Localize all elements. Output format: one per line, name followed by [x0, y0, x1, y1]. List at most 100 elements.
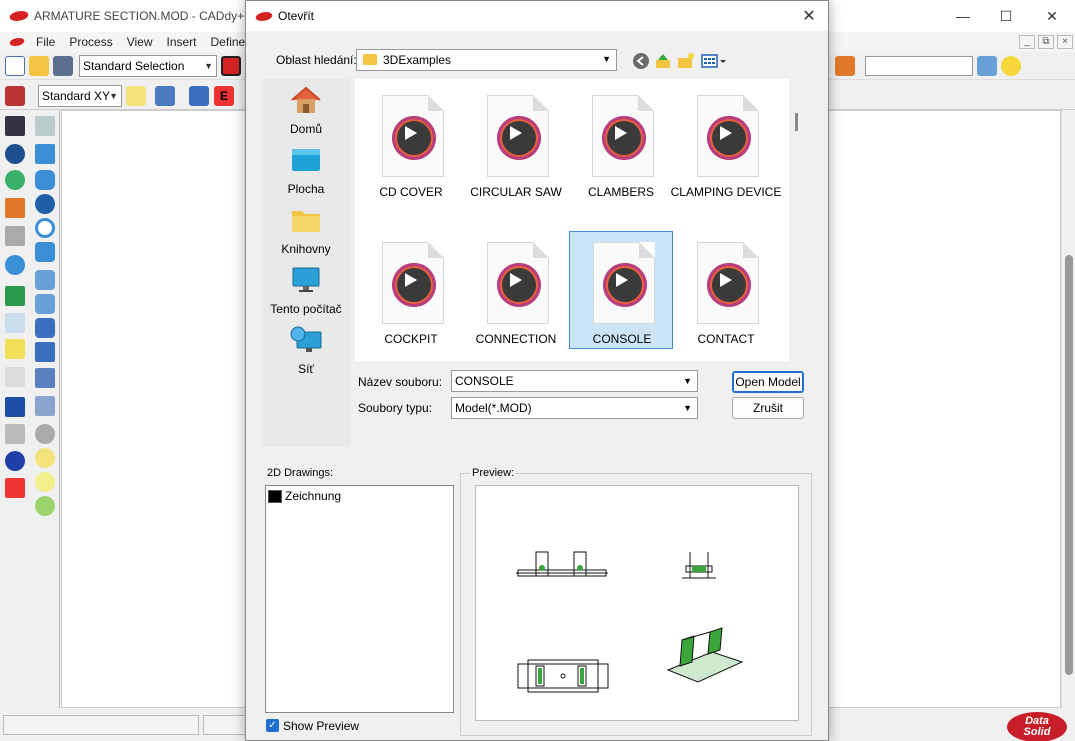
places-bar: Domů Plocha Knihovny Tento počítač Síť: [262, 79, 350, 447]
file-doc: [382, 242, 444, 324]
part-icon[interactable]: [35, 318, 55, 338]
new-file-icon[interactable]: [5, 56, 25, 76]
box-icon[interactable]: [35, 242, 55, 262]
toolbar-search-input[interactable]: [865, 56, 973, 76]
globe-icon[interactable]: [5, 170, 25, 190]
layers-icon[interactable]: [835, 56, 855, 76]
spheres-icon[interactable]: [35, 424, 55, 444]
file-list-scrollbar[interactable]: [795, 113, 798, 131]
show-preview-checkbox[interactable]: ✓: [266, 719, 279, 732]
left-tool-palette: [0, 110, 60, 708]
material-icon[interactable]: [35, 448, 55, 468]
file-item[interactable]: COCKPIT: [359, 232, 463, 350]
element-icon[interactable]: E: [214, 86, 234, 106]
vertical-scrollbar[interactable]: [1061, 110, 1075, 708]
play-icon: [602, 116, 646, 160]
cylinder-icon[interactable]: [35, 170, 55, 190]
preview-pane: [475, 485, 799, 721]
snap-icon[interactable]: [155, 86, 175, 106]
light-icon[interactable]: [126, 86, 146, 106]
info-icon[interactable]: [5, 451, 25, 471]
sweep-icon[interactable]: [35, 294, 55, 314]
filename-combo[interactable]: CONSOLE ▼: [451, 370, 698, 392]
view-cube-icon[interactable]: [5, 86, 25, 106]
measure-icon[interactable]: [5, 339, 25, 359]
text-icon[interactable]: [5, 397, 25, 417]
dimension-icon[interactable]: [5, 313, 25, 333]
hatch-icon[interactable]: [5, 424, 25, 444]
close-icon[interactable]: ✕: [794, 1, 824, 31]
drawing-name: Zeichnung: [285, 489, 342, 503]
filetype-combo[interactable]: Model(*.MOD) ▼: [451, 397, 698, 419]
selection-filter-icon[interactable]: [221, 56, 241, 76]
mdi-close-button[interactable]: ×: [1057, 35, 1073, 49]
open-folder-icon[interactable]: [29, 56, 49, 76]
pick-arrow-icon[interactable]: [35, 116, 55, 136]
rotate-icon[interactable]: [5, 255, 25, 275]
menu-process[interactable]: Process: [63, 35, 120, 49]
plate-icon[interactable]: [35, 396, 55, 416]
place-desktop[interactable]: Plocha: [262, 145, 350, 196]
sphere-icon[interactable]: [5, 144, 25, 164]
look-in-combo[interactable]: 3DExamples ▼: [356, 49, 617, 71]
place-network[interactable]: Síť: [262, 325, 350, 376]
close-window-button[interactable]: ✕: [1029, 0, 1075, 32]
select-arrow-icon[interactable]: [5, 116, 25, 136]
chevron-down-icon: ▼: [109, 91, 118, 101]
selection-mode-combo[interactable]: Standard Selection ▼: [79, 55, 217, 77]
lightbulb-icon[interactable]: [1001, 56, 1021, 76]
file-item[interactable]: CD COVER: [359, 85, 463, 203]
drawings-list: Zeichnung: [265, 485, 454, 713]
edit-icon[interactable]: [189, 86, 209, 106]
play-icon: [707, 116, 751, 160]
menu-view[interactable]: View: [121, 35, 161, 49]
minimize-button[interactable]: —: [940, 0, 986, 32]
drawing-item[interactable]: Zeichnung: [268, 489, 341, 503]
play-icon: [497, 263, 541, 307]
mdi-restore-button[interactable]: ⧉: [1038, 35, 1054, 49]
menu-file[interactable]: File: [30, 35, 63, 49]
place-home[interactable]: Domů: [262, 85, 350, 136]
file-item[interactable]: CLAMPING DEVICE: [671, 85, 781, 203]
open-model-button[interactable]: Open Model: [732, 371, 804, 393]
file-item[interactable]: CONNECTION: [464, 232, 568, 350]
chevron-down-icon: ▼: [683, 376, 692, 386]
file-item[interactable]: CONTACT: [674, 232, 778, 350]
scrollbar-thumb[interactable]: [1065, 255, 1073, 675]
look-in-label: Oblast hledání:: [276, 53, 357, 67]
cube-icon[interactable]: [35, 144, 55, 164]
spring-icon[interactable]: [35, 270, 55, 290]
eraser-icon[interactable]: [5, 478, 25, 498]
back-icon[interactable]: [632, 52, 650, 70]
annotation-icon[interactable]: [5, 367, 25, 387]
mdi-minimize-button[interactable]: _: [1019, 35, 1035, 49]
new-folder-icon[interactable]: [677, 52, 695, 70]
place-this-pc[interactable]: Tento počítač: [262, 265, 350, 316]
torus-icon[interactable]: [35, 218, 55, 238]
render-icon[interactable]: [35, 472, 55, 492]
view-menu-icon[interactable]: [701, 52, 727, 70]
view-plane-combo[interactable]: Standard XY ▼: [38, 85, 122, 107]
up-folder-icon[interactable]: [654, 52, 672, 70]
color-icon[interactable]: [35, 496, 55, 516]
file-item[interactable]: CIRCULAR SAW: [464, 85, 568, 203]
tools-icon[interactable]: [5, 226, 25, 246]
maximize-button[interactable]: ☐: [983, 0, 1029, 32]
ball-icon[interactable]: [35, 194, 55, 214]
selection-mode-value: Standard Selection: [83, 59, 185, 73]
chevron-down-icon: ▼: [602, 54, 611, 64]
file-item[interactable]: CLAMBERS: [569, 85, 673, 203]
libraries-icon: [292, 211, 320, 232]
block-icon[interactable]: [35, 368, 55, 388]
draw-icon[interactable]: [5, 286, 25, 306]
chamfer-icon[interactable]: [35, 342, 55, 362]
users-icon[interactable]: [977, 56, 997, 76]
pencil-icon[interactable]: [5, 198, 25, 218]
place-libraries[interactable]: Knihovny: [262, 205, 350, 256]
file-item-selected[interactable]: CONSOLE: [569, 231, 673, 349]
cancel-button[interactable]: Zrušit: [732, 397, 804, 419]
play-icon: [392, 263, 436, 307]
dialog-title-bar: Otevřít ✕: [246, 1, 828, 31]
menu-insert[interactable]: Insert: [161, 35, 205, 49]
save-icon[interactable]: [53, 56, 73, 76]
